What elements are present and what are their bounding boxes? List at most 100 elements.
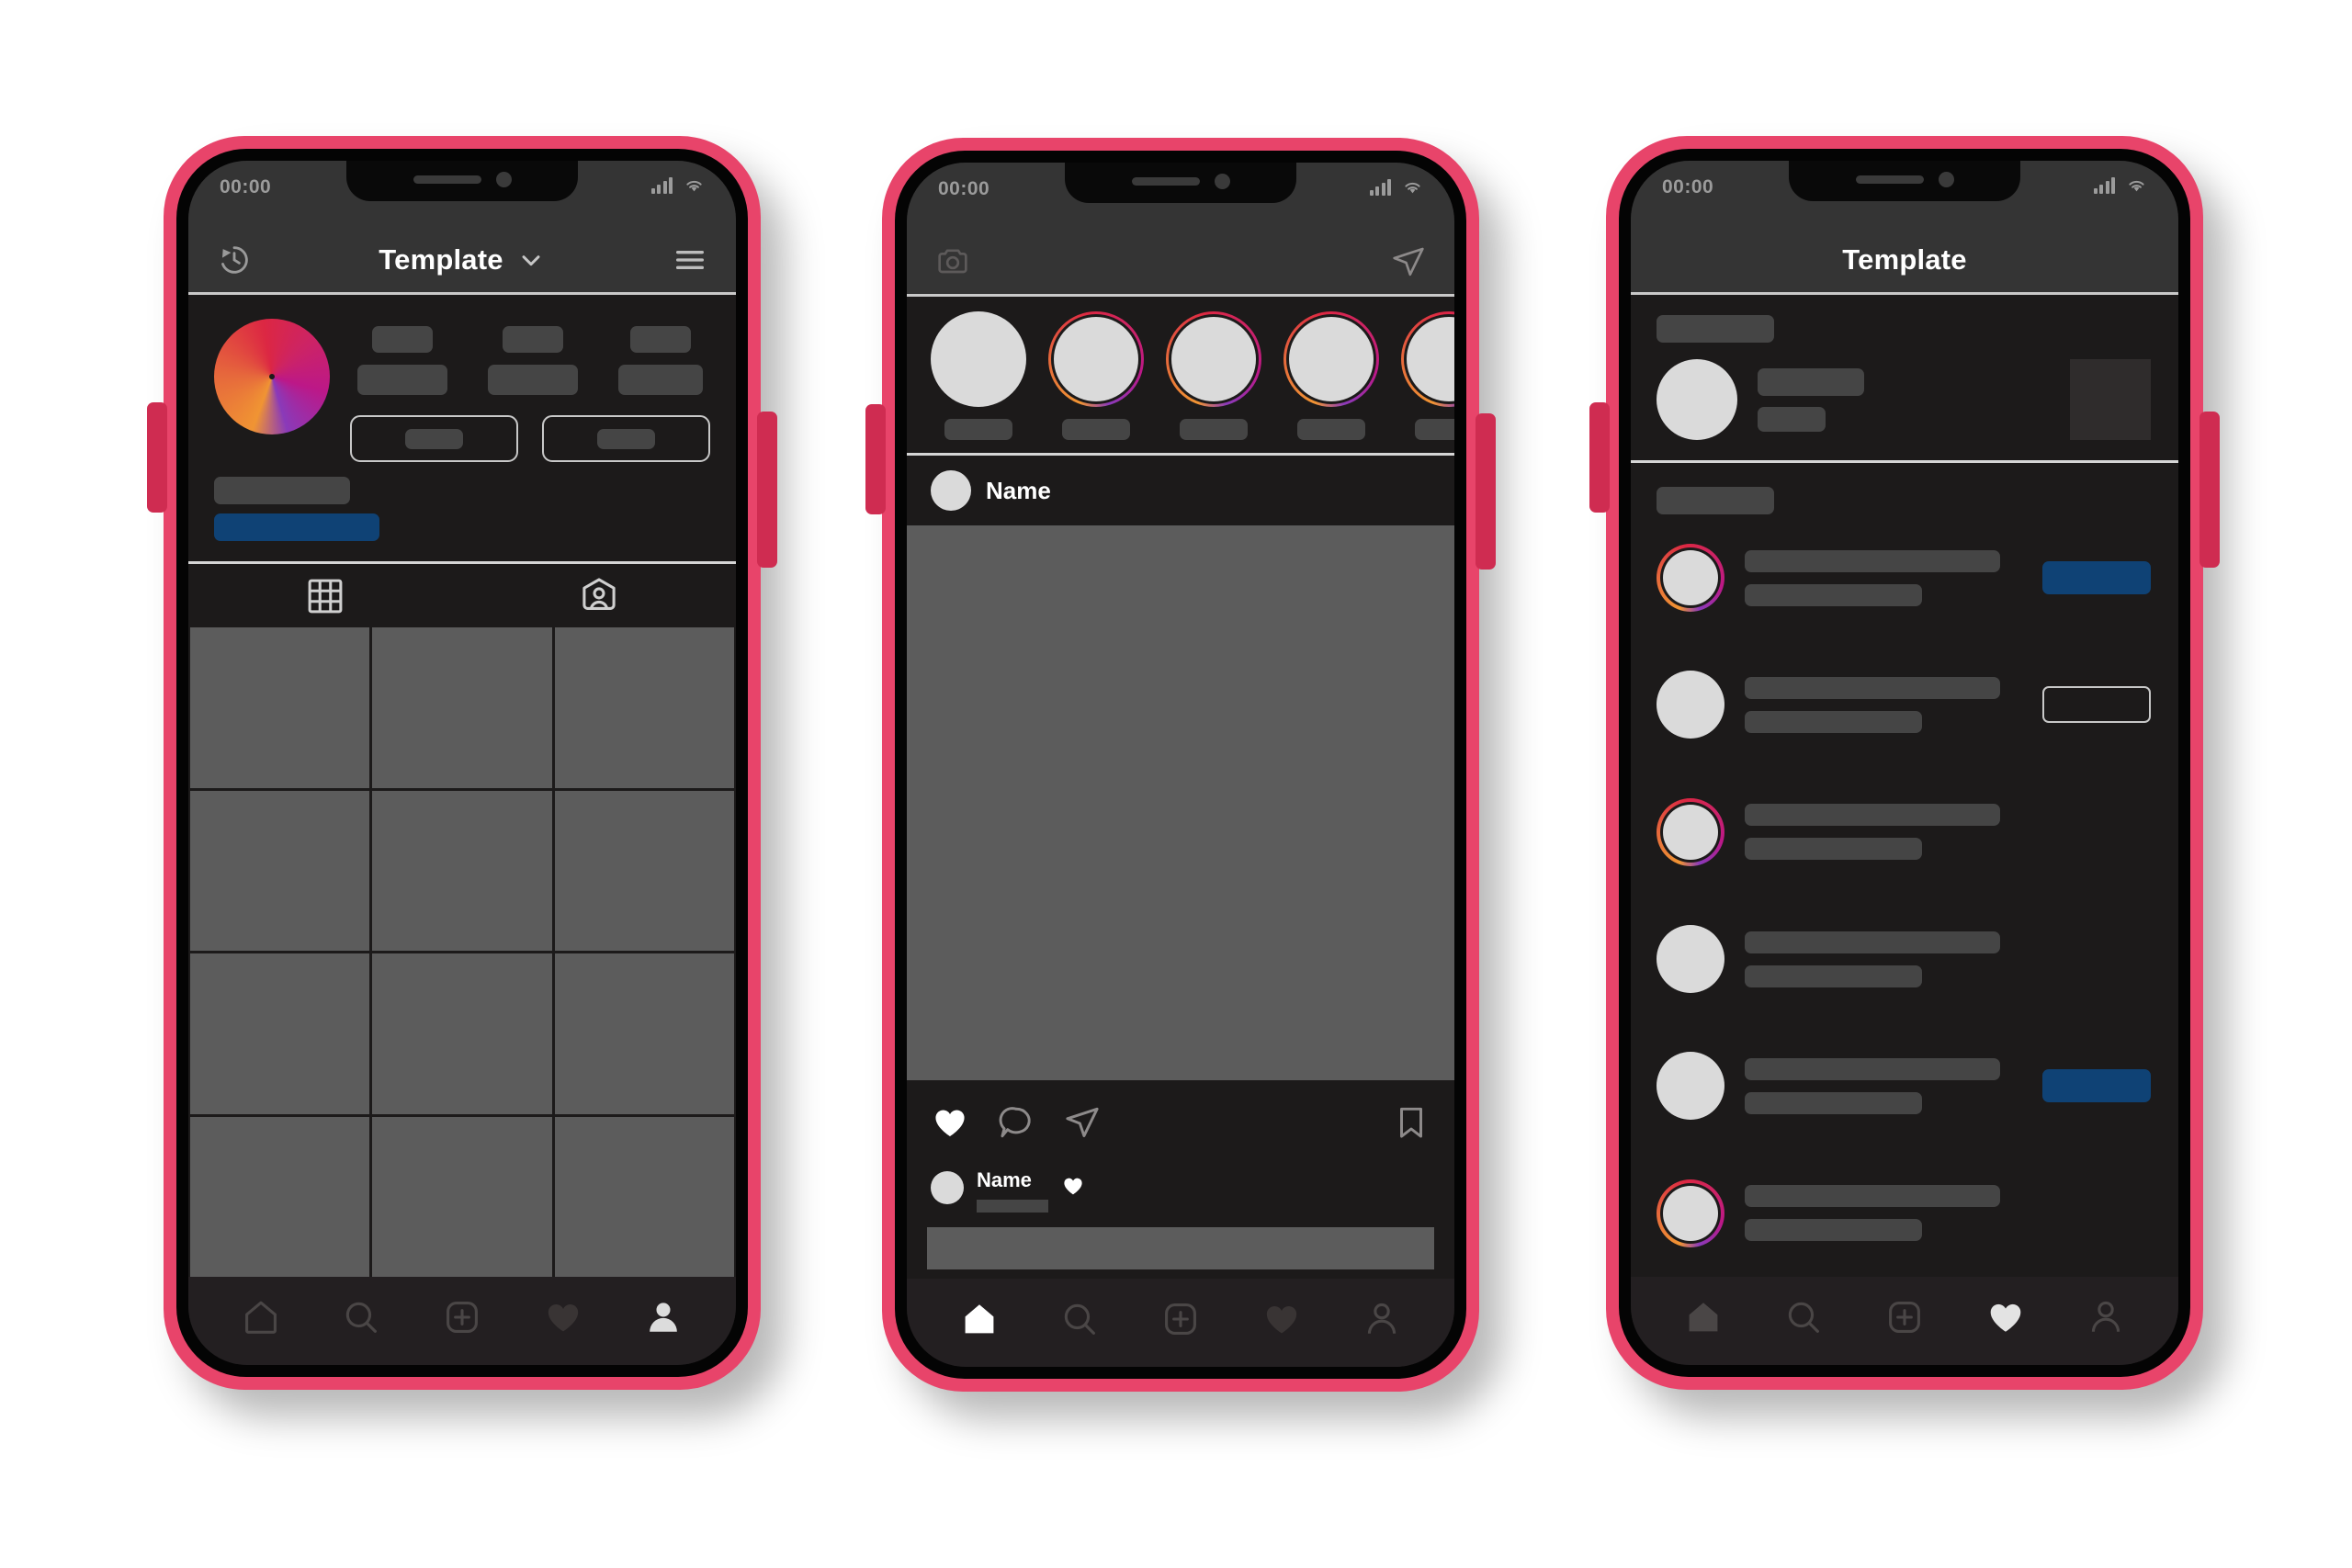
stat-count-placeholder	[372, 326, 433, 353]
featured-activity-row[interactable]	[1631, 343, 2178, 460]
chevron-down-icon[interactable]	[516, 245, 546, 275]
direct-message-icon[interactable]	[1063, 1103, 1102, 1142]
story-2[interactable]	[1162, 311, 1265, 440]
plus-square-icon[interactable]	[1160, 1299, 1201, 1339]
button-label-placeholder	[597, 428, 655, 449]
plus-square-icon[interactable]	[1884, 1297, 1925, 1337]
front-camera-icon	[1214, 173, 1230, 189]
featured-avatar[interactable]	[1657, 359, 1737, 440]
stat-followers[interactable]	[488, 326, 578, 395]
follow-button[interactable]	[2042, 561, 2151, 595]
camera-icon[interactable]	[934, 243, 971, 280]
grid-cell[interactable]	[190, 627, 370, 788]
avatar[interactable]	[931, 1171, 964, 1204]
heart-filled-icon[interactable]	[1985, 1297, 2026, 1337]
activity-row-6[interactable]	[1631, 1150, 2178, 1277]
avatar[interactable]	[214, 319, 330, 434]
story-ring	[1657, 544, 1724, 613]
avatar[interactable]	[931, 470, 971, 511]
status-bar: 00:00	[188, 161, 736, 227]
avatar[interactable]	[1657, 1179, 1724, 1247]
person-icon[interactable]	[1362, 1299, 1402, 1339]
home-icon[interactable]	[1683, 1297, 1724, 1337]
post-author-name[interactable]: Name	[986, 477, 1051, 505]
phone-bezel: 00:00	[895, 151, 1466, 1379]
story-ring	[1166, 311, 1261, 407]
grid-cell[interactable]	[190, 790, 370, 951]
activity-row-1[interactable]	[1631, 514, 2178, 641]
grid-cell[interactable]	[190, 1116, 370, 1277]
share-profile-button[interactable]	[542, 415, 710, 462]
story-3[interactable]	[1280, 311, 1383, 440]
story-own[interactable]	[927, 311, 1030, 440]
follow-button[interactable]	[2042, 1069, 2151, 1103]
stat-posts[interactable]	[357, 326, 447, 395]
grid-cell[interactable]	[554, 790, 734, 951]
avatar[interactable]	[1657, 1052, 1724, 1121]
grid-cell[interactable]	[372, 790, 552, 951]
volume-button[interactable]	[147, 402, 167, 513]
search-icon[interactable]	[1783, 1297, 1824, 1337]
comment-bubble-icon[interactable]	[997, 1103, 1035, 1142]
story-label-placeholder	[1415, 419, 1454, 440]
activity-row-2[interactable]	[1631, 641, 2178, 768]
power-button[interactable]	[757, 412, 777, 568]
today-section-label	[1657, 315, 1774, 343]
grid-cell[interactable]	[554, 953, 734, 1114]
heart-icon[interactable]	[1261, 1299, 1302, 1339]
person-icon[interactable]	[643, 1297, 684, 1337]
post-thumbnail[interactable]	[2070, 359, 2151, 440]
tagged-person-icon[interactable]	[578, 575, 620, 617]
heart-filled-icon[interactable]	[931, 1103, 969, 1142]
activity-row-3[interactable]	[1631, 769, 2178, 896]
heart-icon[interactable]	[543, 1297, 583, 1337]
avatar[interactable]	[1657, 671, 1724, 739]
volume-button[interactable]	[865, 404, 886, 514]
heart-filled-icon[interactable]	[1061, 1174, 1085, 1198]
story-1[interactable]	[1045, 311, 1148, 440]
comment-text-placeholder	[977, 1200, 1048, 1213]
grid-icon[interactable]	[304, 575, 346, 617]
avatar[interactable]	[1657, 544, 1724, 613]
stories-tray[interactable]	[907, 297, 1454, 456]
avatar[interactable]	[1657, 797, 1724, 866]
activity-row-5[interactable]	[1631, 1022, 2178, 1149]
edit-profile-button[interactable]	[350, 415, 518, 462]
grid-cell[interactable]	[372, 1116, 552, 1277]
plus-square-icon[interactable]	[442, 1297, 482, 1337]
bio-link-placeholder[interactable]	[214, 513, 379, 541]
phone-mockup-activity: 00:00 Template	[1589, 136, 2220, 1390]
direct-message-icon[interactable]	[1390, 243, 1427, 280]
story-ring	[1283, 311, 1379, 407]
history-clock-icon[interactable]	[216, 242, 253, 278]
cellular-bars-icon	[650, 177, 673, 194]
home-icon[interactable]	[959, 1299, 1000, 1339]
grid-cell[interactable]	[554, 627, 734, 788]
grid-cell[interactable]	[554, 1116, 734, 1277]
phone-mockup-feed: 00:00 Name Name	[865, 138, 1496, 1392]
bookmark-icon[interactable]	[1392, 1103, 1430, 1142]
status-clock: 00:00	[938, 178, 990, 199]
stat-following[interactable]	[618, 326, 703, 395]
power-button[interactable]	[1476, 413, 1496, 570]
search-icon[interactable]	[341, 1297, 381, 1337]
grid-cell[interactable]	[372, 953, 552, 1114]
add-comment-bar[interactable]	[927, 1227, 1434, 1269]
earpiece-speaker	[1855, 175, 1924, 184]
grid-cell[interactable]	[372, 627, 552, 788]
search-icon[interactable]	[1059, 1299, 1100, 1339]
comment-author-name[interactable]: Name	[977, 1168, 1048, 1192]
post-image[interactable]	[907, 525, 1454, 1080]
following-button[interactable]	[2042, 686, 2151, 724]
story-4[interactable]	[1397, 311, 1454, 440]
bottom-navigation	[1631, 1277, 2178, 1365]
home-icon[interactable]	[241, 1297, 281, 1337]
grid-cell[interactable]	[190, 953, 370, 1114]
activity-row-4[interactable]	[1631, 896, 2178, 1022]
row-line-2-placeholder	[1745, 1219, 1923, 1242]
avatar[interactable]	[1657, 925, 1724, 994]
volume-button[interactable]	[1589, 402, 1610, 513]
person-icon[interactable]	[2086, 1297, 2126, 1337]
hamburger-menu-icon[interactable]	[672, 242, 708, 278]
power-button[interactable]	[2199, 412, 2220, 568]
